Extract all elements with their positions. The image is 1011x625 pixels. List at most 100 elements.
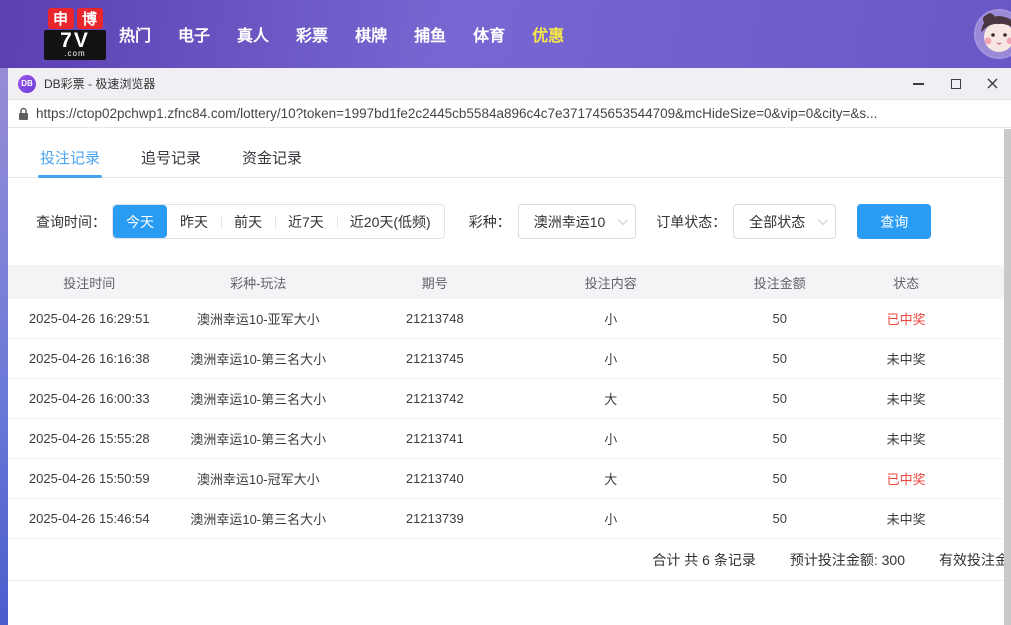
cell-r5-c1: 2025-04-26 15:50:59 [28,471,150,486]
logo-brand: 7V [60,29,90,52]
cell-r3-c6: 未中奖 [886,392,926,407]
logo-top-row: 申 博 [44,8,106,29]
table-row: 2025-04-26 16:00:33 澳洲幸运10-第三名大小 21213742 大… [8,379,1011,419]
table-footer: 合计 共 6 条记录 预计投注金额: 300 有效投注金 [8,539,1011,581]
cell-r1-c5: 50 [772,311,787,326]
column-header-1: 投注时间 [63,275,116,291]
table-header-row: 投注时间 彩种-玩法 期号 投注内容 投注金额 状态 [8,265,1011,299]
logo-char-1: 申 [47,8,74,29]
cell-r6-c4: 小 [604,512,618,527]
tab-2[interactable]: 追号记录 [141,147,201,177]
lock-icon [19,107,28,120]
cell-r4-c3: 21213741 [405,431,464,446]
nav-item-5[interactable]: 棋牌 [355,22,387,46]
cell-r2-c3: 21213745 [405,351,464,366]
window-title: DB彩票 - 极速浏览器 [44,77,156,91]
time-option-4[interactable]: 近7天 [275,205,337,238]
column-header-5: 投注金额 [753,275,806,291]
browser-window: DB DB彩票 - 极速浏览器 https://ctop02pchwp1.zfn… [8,68,1011,625]
nav-item-7[interactable]: 体育 [473,22,505,46]
cell-r6-c6: 未中奖 [886,512,926,527]
cell-r4-c6: 未中奖 [886,432,926,447]
tab-1[interactable]: 投注记录 [37,147,103,178]
cell-r6-c1: 2025-04-26 15:46:54 [28,511,150,526]
time-option-2[interactable]: 昨天 [167,205,221,238]
cell-r4-c4: 小 [604,432,618,447]
cell-r3-c2: 澳洲幸运10-第三名大小 [190,392,327,407]
nav-item-3[interactable]: 真人 [237,22,269,46]
minimize-button[interactable] [900,68,937,99]
cell-r1-c4: 小 [604,312,618,327]
logo-char-2: 博 [76,8,103,29]
tab-3[interactable]: 资金记录 [242,147,302,177]
address-bar[interactable]: https://ctop02pchwp1.zfnc84.com/lottery/… [8,100,1011,128]
minimize-icon [913,82,924,85]
page-content: 投注记录 追号记录 资金记录 查询时间： 今天 昨天 前天 近7天 近20天(低频) 彩种：… [8,128,1011,625]
nav-item-8[interactable]: 优惠 [532,22,564,46]
cell-r3-c1: 2025-04-26 16:00:33 [28,391,150,406]
cell-r5-c5: 50 [772,471,787,486]
time-option-1[interactable]: 今天 [113,205,167,238]
nav-item-1[interactable]: 热门 [119,22,151,46]
lottery-select[interactable]: 澳洲幸运10 [517,204,637,239]
cell-r6-c3: 21213739 [405,511,464,526]
cell-r1-c1: 2025-04-26 16:29:51 [28,311,150,326]
site-logo[interactable]: 申 博 7V .com [44,8,106,60]
table-row: 2025-04-26 15:46:54 澳洲幸运10-第三名大小 21213739 小… [8,499,1011,539]
url-text: https://ctop02pchwp1.zfnc84.com/lottery/… [36,106,878,121]
cell-r5-c6: 已中奖 [886,472,926,487]
status-select[interactable]: 全部状态 [733,204,837,239]
column-header-3: 期号 [421,275,448,291]
cell-r2-c5: 50 [772,351,787,366]
cell-r3-c3: 21213742 [405,391,464,406]
maximize-button[interactable] [937,68,974,99]
cell-r6-c5: 50 [772,511,787,526]
logo-bottom-block: 7V .com [44,30,106,60]
table-row: 2025-04-26 15:55:28 澳洲幸运10-第三名大小 21213741 小… [8,419,1011,459]
lottery-select-value: 澳洲幸运10 [533,213,606,230]
cell-r5-c2: 澳洲幸运10-冠军大小 [196,472,320,487]
time-option-5[interactable]: 近20天(低频) [336,205,444,238]
logo-tld: .com [64,49,86,58]
cell-r1-c3: 21213748 [405,311,464,326]
page-background-strip [0,68,8,625]
close-icon [987,78,998,89]
filter-bar: 查询时间： 今天 昨天 前天 近7天 近20天(低频) 彩种： 澳洲幸运10 订单状态：… [36,204,1011,239]
nav-item-4[interactable]: 彩票 [296,22,328,46]
site-header: 申 博 7V .com 热门 电子 真人 彩票 棋牌 捕鱼 体育 优惠 [0,0,1011,68]
cell-r4-c2: 澳洲幸运10-第三名大小 [190,432,327,447]
column-header-2: 彩种-玩法 [230,275,287,291]
scrollbar[interactable] [1004,129,1011,625]
cell-r6-c2: 澳洲幸运10-第三名大小 [190,512,327,527]
window-controls [900,68,1011,99]
cell-r1-c2: 澳洲幸运10-亚军大小 [196,312,320,327]
lottery-filter-label: 彩种： [468,213,511,230]
total-records: 合计 共 6 条记录 [652,551,756,568]
column-header-4: 投注内容 [584,275,637,291]
nav-item-2[interactable]: 电子 [178,22,210,46]
table-row: 2025-04-26 16:29:51 澳洲幸运10-亚军大小 21213748 小 5… [8,299,1011,339]
column-header-6: 状态 [893,275,920,291]
valid-bet-amount: 有效投注金 [939,551,1009,568]
cell-r3-c4: 大 [604,392,618,407]
cell-r2-c2: 澳洲幸运10-第三名大小 [190,352,327,367]
avatar[interactable] [974,9,1011,59]
bet-records-table: 投注时间 彩种-玩法 期号 投注内容 投注金额 状态 2025-04-26 16:29:5… [8,265,1011,539]
close-button[interactable] [974,68,1011,99]
nav-item-6[interactable]: 捕鱼 [414,22,446,46]
site-favicon-icon: DB [18,74,36,93]
cell-r5-c4: 大 [604,472,618,487]
cell-r3-c5: 50 [772,391,787,406]
table-body: 2025-04-26 16:29:51 澳洲幸运10-亚军大小 21213748 小 5… [8,299,1011,539]
chevron-down-icon [818,215,829,226]
time-option-3[interactable]: 前天 [221,205,275,238]
search-button[interactable]: 查询 [857,204,932,239]
status-filter-label: 订单状态： [656,213,727,230]
maximize-icon [950,78,961,89]
cell-r2-c1: 2025-04-26 16:16:38 [28,351,150,366]
time-range-group: 今天 昨天 前天 近7天 近20天(低频) [112,204,445,239]
cell-r4-c5: 50 [772,431,787,446]
cell-r2-c4: 小 [604,352,618,367]
cell-r1-c6: 已中奖 [886,312,926,327]
status-select-value: 全部状态 [749,213,806,230]
